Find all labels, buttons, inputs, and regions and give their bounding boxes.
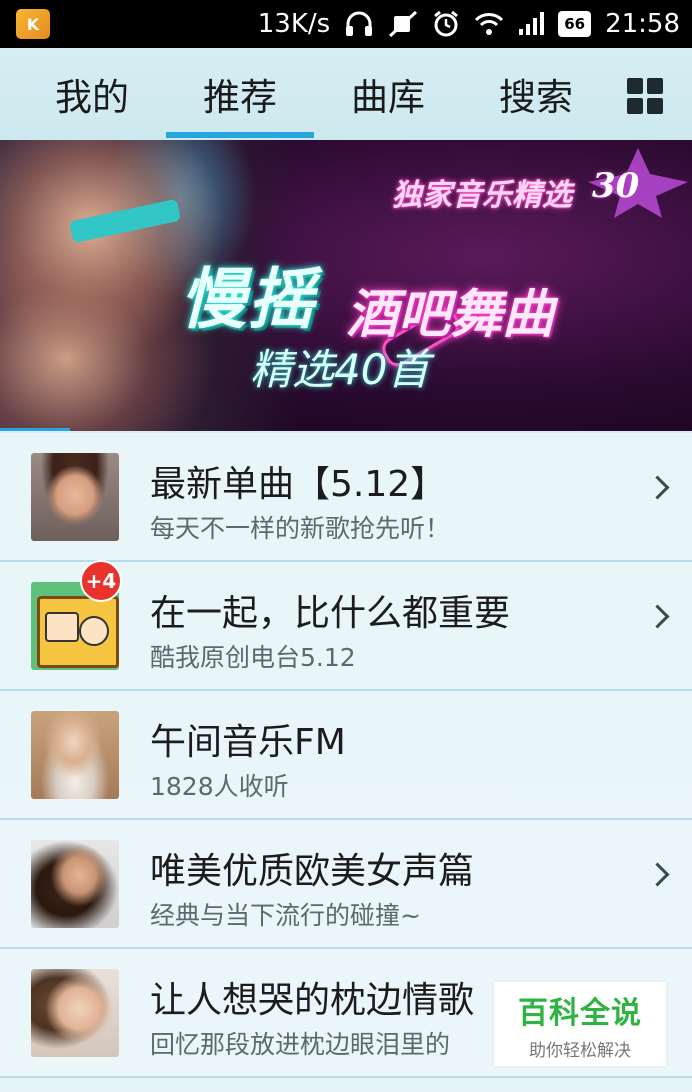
battery-level: 66 xyxy=(564,15,586,33)
item-subtitle: 每天不一样的新歌抢先听！ xyxy=(150,514,451,543)
item-subtitle: 1828人收听 xyxy=(150,772,289,801)
tab-search[interactable]: 搜索 xyxy=(462,48,610,140)
clock: 21:58 xyxy=(605,9,680,39)
chevron-right-icon xyxy=(645,604,670,629)
item-subtitle: 回忆那段放进枕边眼泪里的 xyxy=(150,1030,451,1059)
watermark-subtitle: 助你轻松解决 xyxy=(529,1040,631,1061)
network-speed: 13K/s xyxy=(257,9,331,39)
wifi-icon xyxy=(474,11,504,37)
item-title: 午间音乐FM xyxy=(150,722,346,763)
count-badge: +4 xyxy=(80,560,122,602)
item-subtitle: 酷我原创电台5.12 xyxy=(150,643,356,672)
item-thumbnail xyxy=(31,969,119,1057)
item-title: 唯美优质欧美女声篇 xyxy=(150,851,475,892)
app-notification-icon: K xyxy=(16,9,50,39)
tab-library[interactable]: 曲库 xyxy=(314,48,462,140)
watermark-logo: 百科全说 助你轻松解决 xyxy=(494,982,666,1066)
banner-page-indicator xyxy=(0,428,70,431)
status-bar: K 13K/s 66 21:58 xyxy=(0,0,692,48)
tab-recommend[interactable]: 推荐 xyxy=(166,48,314,140)
banner-subtitle: 精选40首 xyxy=(250,345,430,394)
item-title: 在一起，比什么都重要 xyxy=(150,593,511,634)
item-thumbnail xyxy=(31,840,119,928)
item-title: 最新单曲【5.12】 xyxy=(150,464,447,505)
battery-icon: 66 xyxy=(558,11,592,37)
chevron-right-icon xyxy=(645,475,670,500)
active-tab-indicator xyxy=(166,132,314,138)
list-item[interactable]: 最新单曲【5.12】 每天不一样的新歌抢先听！ xyxy=(0,433,692,562)
item-thumbnail xyxy=(31,711,119,799)
chevron-right-icon xyxy=(645,862,670,887)
alarm-icon xyxy=(432,10,460,38)
banner-top-text: 独家音乐精选 xyxy=(392,178,572,213)
list-item[interactable]: 唯美优质欧美女声篇 经典与当下流行的碰撞~ xyxy=(0,820,692,949)
grid-menu-icon[interactable] xyxy=(627,78,663,114)
watermark-title: 百科全说 xyxy=(518,995,642,1031)
headphones-icon xyxy=(344,10,374,38)
tab-mine[interactable]: 我的 xyxy=(18,48,166,140)
promo-banner[interactable]: 独家音乐精选 30 慢摇 酒吧舞曲 精选40首 xyxy=(0,140,692,431)
banner-badge-number: 30 xyxy=(592,166,640,206)
item-thumbnail xyxy=(31,453,119,541)
list-item[interactable]: 午间音乐FM 1828人收听 xyxy=(0,691,692,820)
item-title: 让人想哭的枕边情歌 xyxy=(150,980,475,1021)
mute-icon xyxy=(388,10,418,38)
banner-title-part1: 慢摇 xyxy=(180,261,316,338)
signal-icon xyxy=(518,11,545,37)
item-subtitle: 经典与当下流行的碰撞~ xyxy=(150,901,421,930)
list-item[interactable]: +4 在一起，比什么都重要 酷我原创电台5.12 xyxy=(0,560,692,691)
